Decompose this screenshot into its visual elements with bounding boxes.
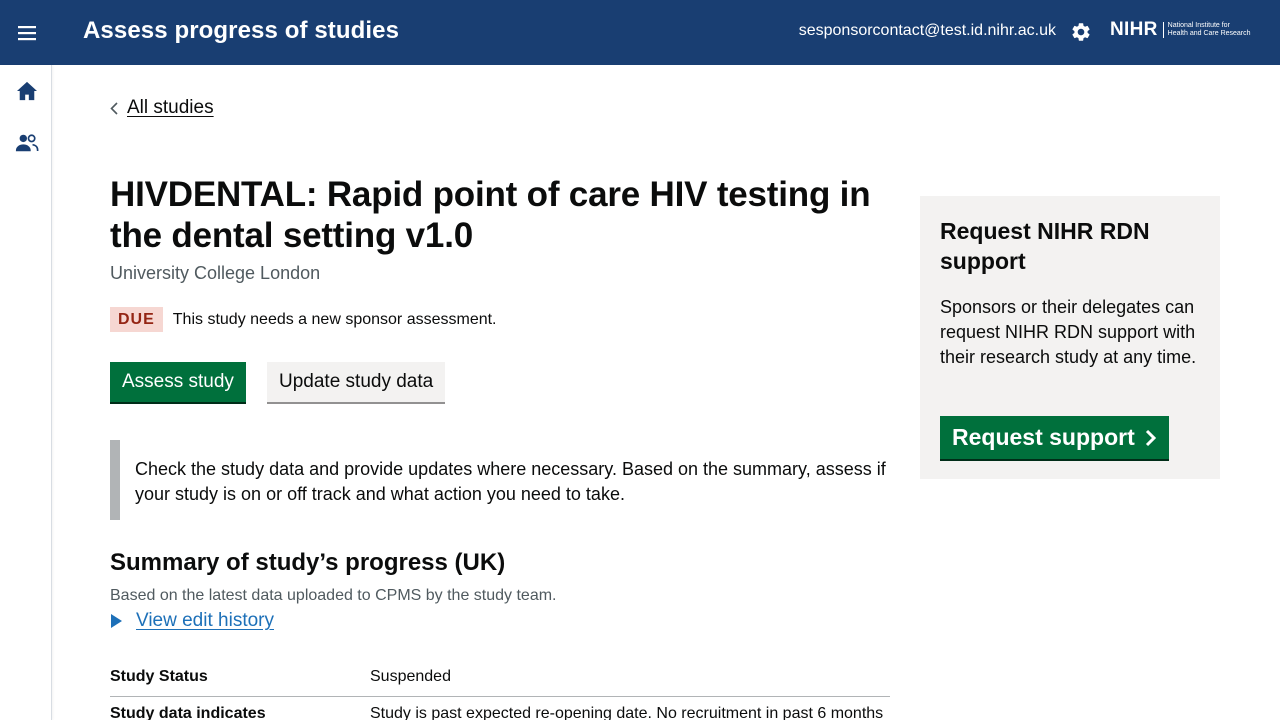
status-text: This study needs a new sponsor assessmen… [172, 310, 497, 328]
logo-text-line2: Health and Care Research [1167, 30, 1251, 37]
summary-row-value: Study is past expected re-opening date. … [370, 705, 884, 720]
gear-icon[interactable] [1068, 19, 1094, 45]
request-support-label: Request support [952, 424, 1135, 450]
summary-row-key: Study Status [110, 668, 208, 685]
back-link[interactable]: All studies [110, 97, 214, 119]
request-support-panel: Request NIHR RDN support Sponsors or the… [920, 196, 1220, 479]
logo-text: National Institute for Health and Care R… [1162, 22, 1258, 38]
chevron-left-icon [110, 97, 122, 119]
logo-text-line1: National Institute for [1167, 22, 1230, 29]
users-icon[interactable] [14, 130, 40, 156]
request-support-button[interactable]: Request support [940, 416, 1169, 459]
summary-list: Study Status Suspended Study data indica… [110, 660, 890, 720]
panel-title: Request NIHR RDN support [940, 218, 1150, 274]
app-header: Assess progress of studies sesponsorcont… [0, 0, 1280, 65]
status-badge: DUE [110, 307, 163, 332]
logo-mark: NIHR [1110, 19, 1158, 40]
summary-subheading: Based on the latest data uploaded to CPM… [110, 587, 557, 604]
side-navigation [0, 65, 52, 720]
triangle-right-icon [111, 614, 122, 628]
summary-heading: Summary of study’s progress (UK) [110, 549, 506, 576]
page-title: HIVDENTAL: Rapid point of care HIV testi… [110, 175, 871, 255]
assess-study-button[interactable]: Assess study [110, 362, 246, 402]
summary-row-key: Study data indicates [110, 705, 266, 720]
back-link-label[interactable]: All studies [127, 97, 214, 119]
summary-row: Study data indicates Study is past expec… [110, 697, 890, 720]
view-edit-history-label[interactable]: View edit history [136, 610, 274, 632]
update-study-data-button[interactable]: Update study data [267, 362, 446, 402]
organisation-name: University College London [110, 263, 321, 283]
view-edit-history-toggle[interactable]: View edit history [110, 610, 274, 632]
status-row: DUE This study needs a new sponsor asses… [110, 307, 497, 332]
home-icon[interactable] [14, 78, 40, 104]
nihr-logo[interactable]: NIHR National Institute for Health and C… [1110, 19, 1258, 41]
chevron-right-icon [1145, 429, 1157, 447]
summary-row-value: Suspended [370, 668, 451, 685]
app-title[interactable]: Assess progress of studies [83, 17, 399, 45]
summary-row: Study Status Suspended [110, 660, 890, 697]
user-email: sesponsorcontact@test.id.nihr.ac.uk [798, 22, 1056, 39]
panel-body: Sponsors or their delegates can request … [940, 297, 1197, 367]
inset-text: Check the study data and provide updates… [110, 440, 890, 520]
menu-icon[interactable] [8, 14, 46, 52]
